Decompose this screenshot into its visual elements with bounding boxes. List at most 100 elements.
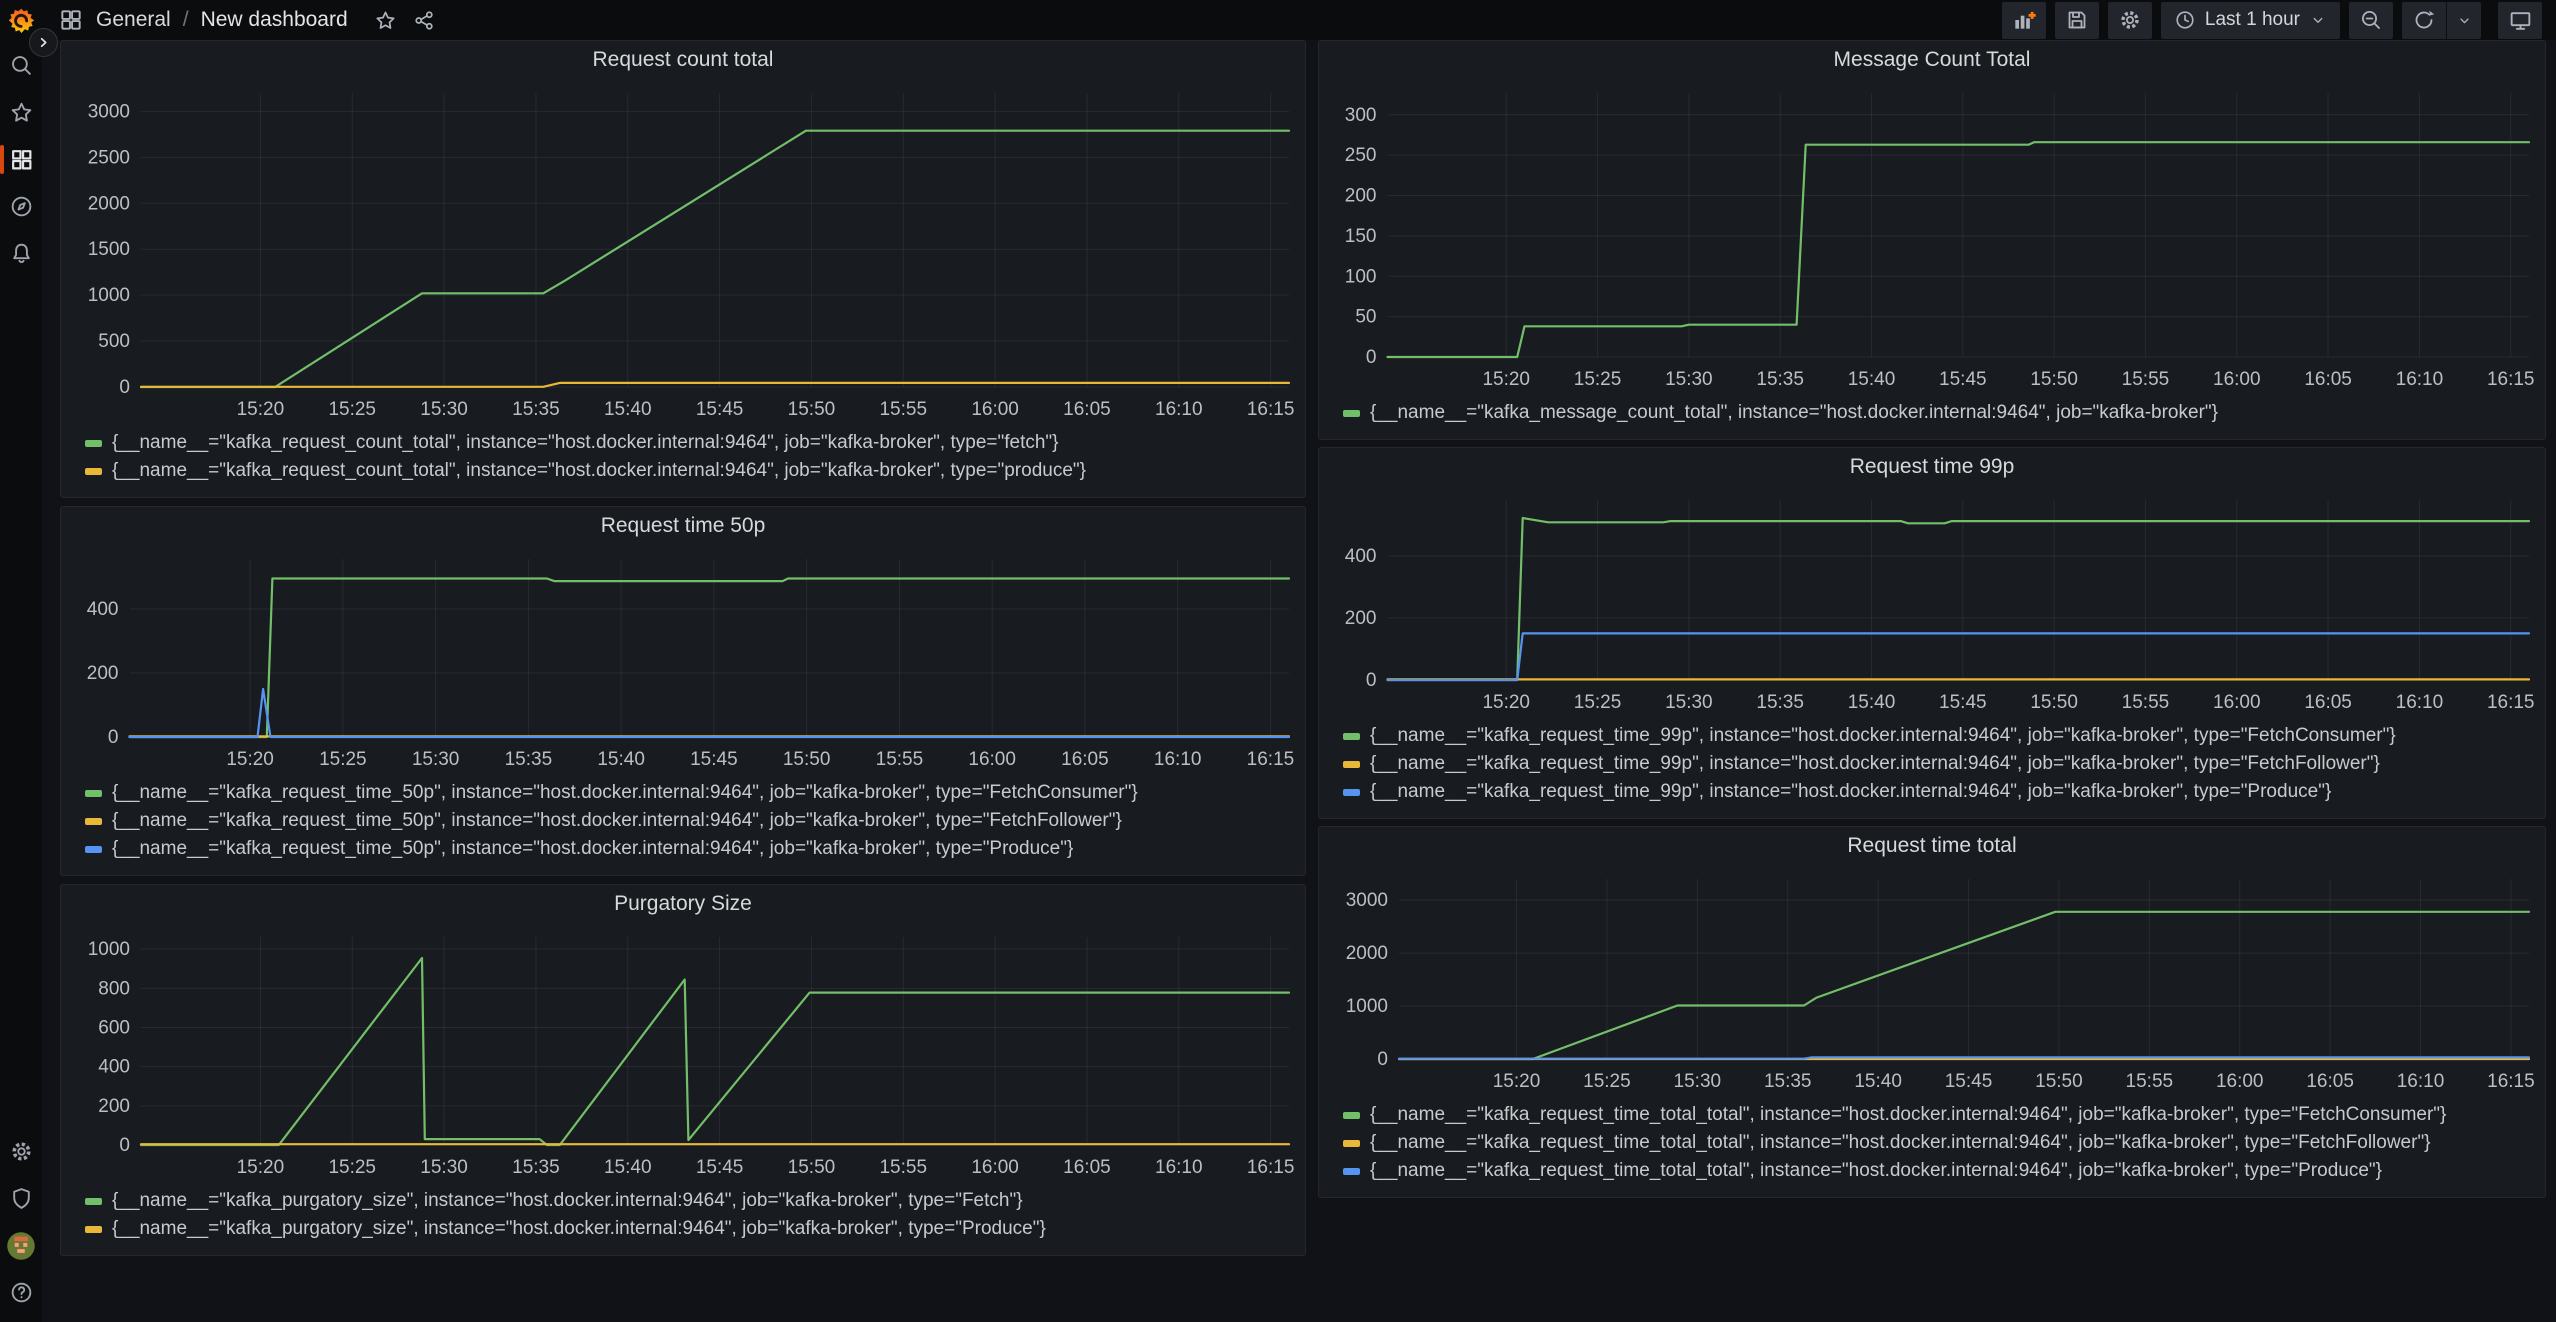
panel-title[interactable]: Request count total bbox=[61, 41, 1305, 79]
sidebar-item-dashboards[interactable] bbox=[0, 136, 42, 183]
legend-item[interactable]: {__name__="kafka_request_time_total_tota… bbox=[1343, 1101, 2537, 1129]
legend-item[interactable]: {__name__="kafka_request_time_99p", inst… bbox=[1343, 722, 2537, 750]
legend-color-chip bbox=[85, 440, 102, 447]
chart-plot[interactable]: 15:2015:2515:3015:3515:4015:4515:5015:55… bbox=[1319, 79, 2545, 397]
legend-item[interactable]: {__name__="kafka_request_time_99p", inst… bbox=[1343, 778, 2537, 806]
legend-color-chip bbox=[1343, 789, 1360, 796]
svg-text:15:40: 15:40 bbox=[1854, 1071, 1902, 1092]
svg-text:2500: 2500 bbox=[88, 147, 130, 168]
sidebar-item-profile[interactable] bbox=[0, 1222, 42, 1269]
legend-item[interactable]: {__name__="kafka_request_time_total_tota… bbox=[1343, 1129, 2537, 1157]
svg-text:50: 50 bbox=[1355, 307, 1376, 328]
zoom-out-time-button[interactable] bbox=[2349, 2, 2393, 39]
svg-text:15:45: 15:45 bbox=[696, 399, 744, 420]
breadcrumb-folder[interactable]: General bbox=[96, 8, 171, 32]
apps-grid-icon bbox=[58, 7, 84, 33]
add-panel-button[interactable] bbox=[2002, 2, 2046, 39]
refresh-interval-dropdown[interactable] bbox=[2446, 2, 2481, 39]
panel-request-count-total: Request count total 15:2015:2515:3015:35… bbox=[60, 40, 1306, 498]
legend-item[interactable]: {__name__="kafka_request_time_50p", inst… bbox=[85, 835, 1297, 863]
chart-legend: {__name__="kafka_message_count_total", i… bbox=[1319, 397, 2545, 439]
sidebar-item-server-admin[interactable] bbox=[0, 1175, 42, 1222]
svg-text:15:35: 15:35 bbox=[1756, 369, 1804, 390]
legend-item[interactable]: {__name__="kafka_request_time_50p", inst… bbox=[85, 807, 1297, 835]
refresh-icon bbox=[2412, 8, 2436, 32]
legend-series-label: {__name__="kafka_purgatory_size", instan… bbox=[112, 1190, 1023, 1212]
legend-color-chip bbox=[1343, 761, 1360, 768]
user-avatar bbox=[6, 1231, 36, 1261]
svg-text:15:35: 15:35 bbox=[512, 399, 560, 420]
expand-sidebar-button[interactable] bbox=[29, 28, 58, 57]
svg-text:16:15: 16:15 bbox=[2487, 369, 2535, 390]
svg-text:15:25: 15:25 bbox=[328, 1157, 376, 1178]
svg-text:15:55: 15:55 bbox=[2122, 369, 2170, 390]
legend-color-chip bbox=[1343, 1140, 1360, 1147]
svg-text:15:40: 15:40 bbox=[597, 749, 645, 770]
panel-title[interactable]: Request time 99p bbox=[1319, 448, 2545, 486]
legend-series-label: {__name__="kafka_request_time_99p", inst… bbox=[1370, 781, 2331, 803]
legend-item[interactable]: {__name__="kafka_purgatory_size", instan… bbox=[85, 1215, 1297, 1243]
svg-text:800: 800 bbox=[98, 978, 130, 999]
legend-item[interactable]: {__name__="kafka_request_time_99p", inst… bbox=[1343, 750, 2537, 778]
svg-text:3000: 3000 bbox=[88, 101, 130, 122]
panel-title[interactable]: Request time 50p bbox=[61, 507, 1305, 545]
grafana-dashboard-page: { "nav": { "breadcrumb": {"section": "Ge… bbox=[0, 0, 2556, 1322]
sidebar-item-settings[interactable] bbox=[0, 1128, 42, 1175]
gear-icon bbox=[9, 1139, 34, 1164]
star-icon bbox=[9, 100, 34, 125]
svg-text:16:15: 16:15 bbox=[1247, 399, 1295, 420]
refresh-button-group bbox=[2402, 2, 2481, 39]
legend-item[interactable]: {__name__="kafka_request_count_total", i… bbox=[85, 429, 1297, 457]
panel-title[interactable]: Message Count Total bbox=[1319, 41, 2545, 79]
panel-title[interactable]: Request time total bbox=[1319, 827, 2545, 865]
sidebar-item-help[interactable] bbox=[0, 1269, 42, 1316]
legend-item[interactable]: {__name__="kafka_purgatory_size", instan… bbox=[85, 1187, 1297, 1215]
sidebar-item-explore[interactable] bbox=[0, 183, 42, 230]
svg-text:0: 0 bbox=[1366, 670, 1377, 691]
svg-text:2000: 2000 bbox=[1346, 943, 1388, 964]
sidebar-item-alerting[interactable] bbox=[0, 230, 42, 277]
cycle-view-mode-button[interactable] bbox=[2498, 2, 2542, 39]
svg-text:16:15: 16:15 bbox=[1247, 749, 1295, 770]
svg-text:15:25: 15:25 bbox=[1574, 692, 1622, 713]
chart-plot[interactable]: 15:2015:2515:3015:3515:4015:4515:5015:55… bbox=[61, 79, 1305, 427]
chart-plot[interactable]: 15:2015:2515:3015:3515:4015:4515:5015:55… bbox=[61, 545, 1305, 777]
panel-request-time-99p: Request time 99p 15:2015:2515:3015:3515:… bbox=[1318, 447, 2546, 819]
svg-text:250: 250 bbox=[1345, 145, 1377, 166]
svg-text:15:25: 15:25 bbox=[328, 399, 376, 420]
chart-plot[interactable]: 15:2015:2515:3015:3515:4015:4515:5015:55… bbox=[1319, 486, 2545, 720]
svg-text:16:15: 16:15 bbox=[2487, 692, 2535, 713]
svg-text:15:55: 15:55 bbox=[876, 749, 924, 770]
svg-text:15:30: 15:30 bbox=[1674, 1071, 1722, 1092]
time-range-picker[interactable]: Last 1 hour bbox=[2161, 2, 2340, 39]
svg-text:16:05: 16:05 bbox=[2306, 1071, 2354, 1092]
svg-text:15:20: 15:20 bbox=[1493, 1071, 1541, 1092]
chart-legend: {__name__="kafka_request_time_99p", inst… bbox=[1319, 720, 2545, 818]
legend-item[interactable]: {__name__="kafka_message_count_total", i… bbox=[1343, 399, 2537, 427]
legend-item[interactable]: {__name__="kafka_request_count_total", i… bbox=[85, 457, 1297, 485]
save-dashboard-button[interactable] bbox=[2055, 2, 2099, 39]
legend-series-label: {__name__="kafka_request_count_total", i… bbox=[112, 460, 1086, 482]
svg-text:16:00: 16:00 bbox=[971, 399, 1019, 420]
legend-color-chip bbox=[1343, 733, 1360, 740]
svg-text:100: 100 bbox=[1345, 266, 1377, 287]
refresh-button[interactable] bbox=[2402, 2, 2446, 39]
favorite-star-icon[interactable] bbox=[374, 9, 397, 32]
legend-item[interactable]: {__name__="kafka_request_time_50p", inst… bbox=[85, 779, 1297, 807]
chart-plot[interactable]: 15:2015:2515:3015:3515:4015:4515:5015:55… bbox=[61, 923, 1305, 1185]
legend-color-chip bbox=[85, 1198, 102, 1205]
shield-icon bbox=[9, 1186, 34, 1211]
panel-title[interactable]: Purgatory Size bbox=[61, 885, 1305, 923]
dashboard-settings-button[interactable] bbox=[2108, 2, 2152, 39]
svg-text:15:40: 15:40 bbox=[604, 399, 652, 420]
chart-plot[interactable]: 15:2015:2515:3015:3515:4015:4515:5015:55… bbox=[1319, 865, 2545, 1099]
svg-text:400: 400 bbox=[87, 599, 119, 620]
share-icon[interactable] bbox=[413, 9, 436, 32]
svg-text:15:40: 15:40 bbox=[604, 1157, 652, 1178]
svg-text:16:10: 16:10 bbox=[2396, 692, 2444, 713]
svg-text:15:55: 15:55 bbox=[2126, 1071, 2174, 1092]
legend-series-label: {__name__="kafka_request_time_50p", inst… bbox=[112, 838, 1073, 860]
legend-item[interactable]: {__name__="kafka_request_time_total_tota… bbox=[1343, 1157, 2537, 1185]
legend-series-label: {__name__="kafka_request_time_99p", inst… bbox=[1370, 753, 2380, 775]
sidebar-item-starred[interactable] bbox=[0, 89, 42, 136]
